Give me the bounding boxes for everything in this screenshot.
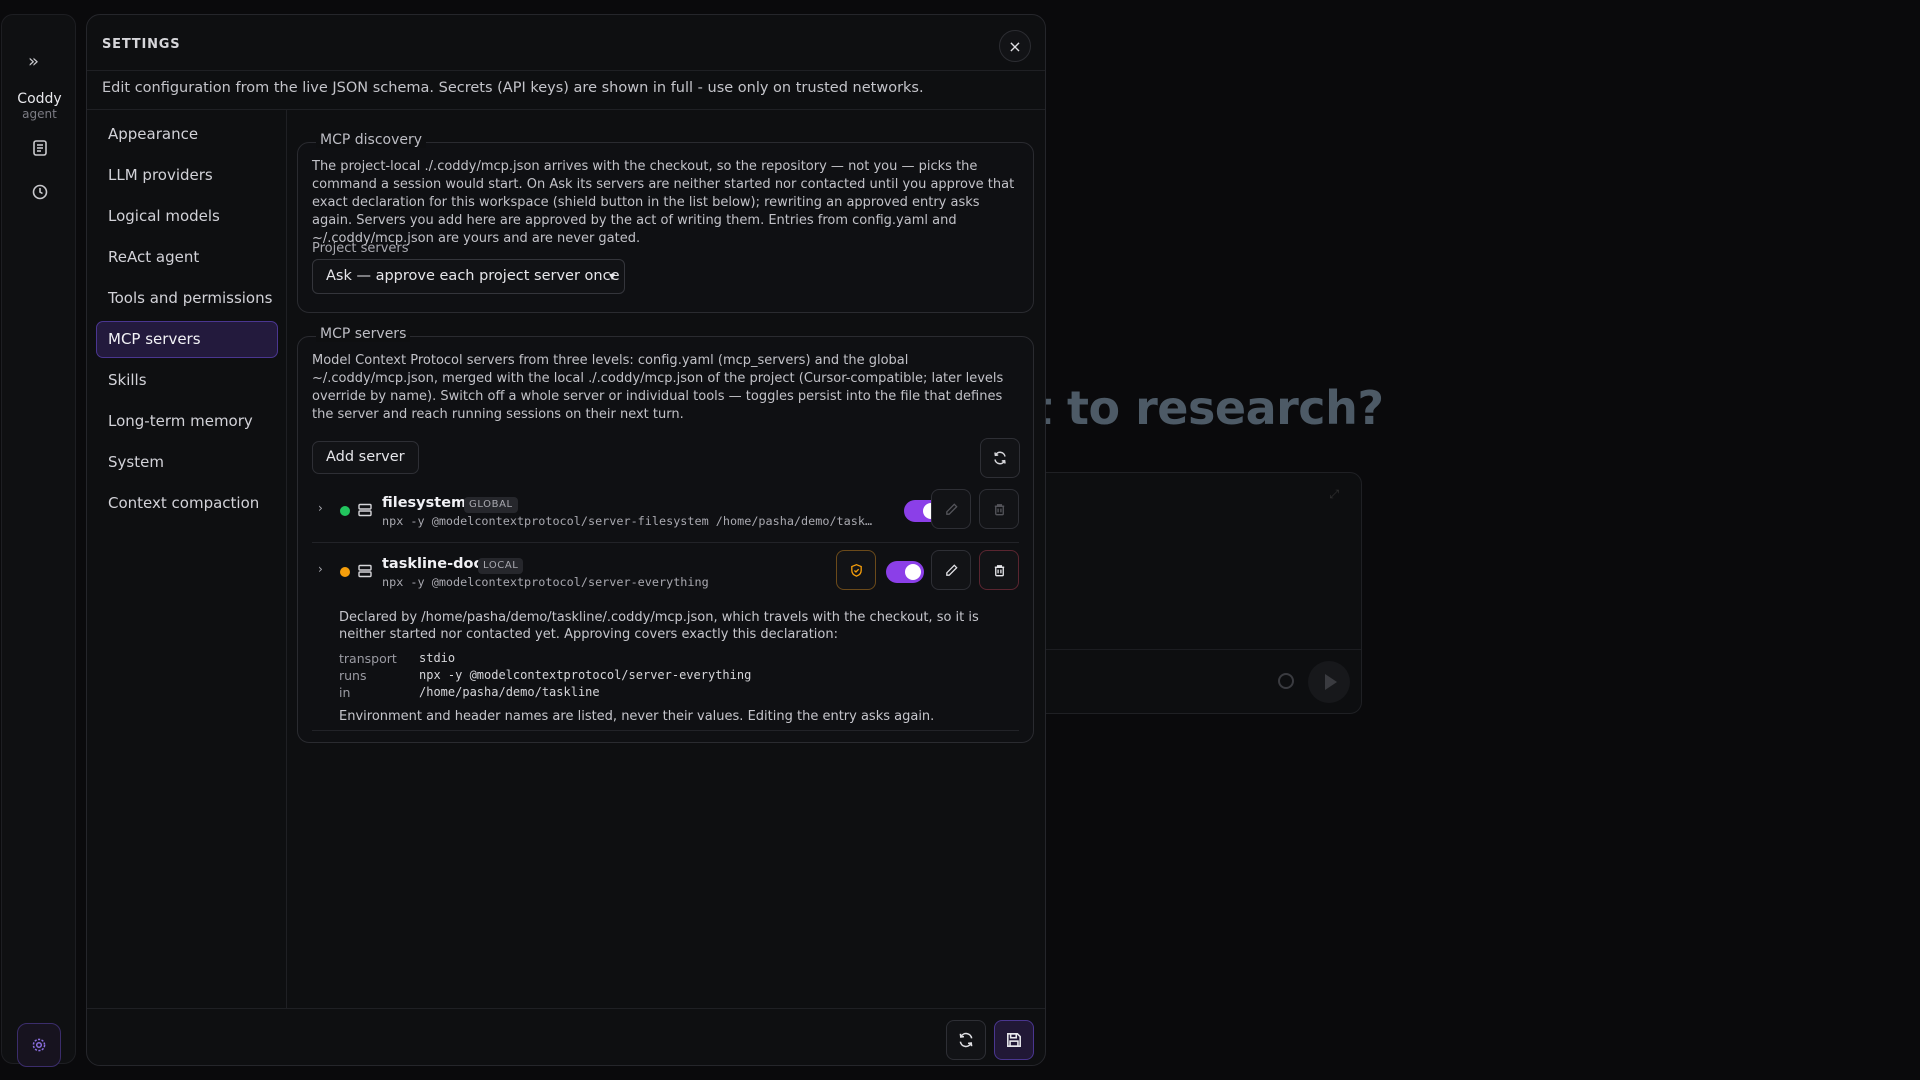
brand-subtitle: agent (22, 107, 57, 121)
modal-title: SETTINGS (102, 37, 181, 52)
chevron-down-icon: ▾ (608, 269, 615, 283)
chevron-right-icon[interactable]: › (318, 562, 323, 576)
status-dot (340, 567, 350, 577)
delete-server-button[interactable] (979, 550, 1019, 590)
close-icon: × (1008, 36, 1022, 56)
detail-key-transport: transport (339, 651, 397, 666)
gear-icon (32, 1038, 46, 1052)
save-icon (1007, 1033, 1021, 1047)
refresh-icon (994, 451, 1006, 465)
history-icon[interactable] (31, 183, 49, 201)
server-detail-footnote: Environment and header names are listed,… (339, 709, 935, 724)
server-enabled-toggle[interactable] (886, 561, 924, 583)
mcp-servers-description: Model Context Protocol servers from thre… (312, 353, 1004, 422)
nav-item-appearance[interactable]: Appearance (96, 116, 278, 153)
nav-item-long-term-memory[interactable]: Long-term memory (96, 403, 278, 440)
chevron-right-icon[interactable]: › (318, 501, 323, 515)
shield-icon (850, 563, 862, 577)
trash-icon (994, 503, 1004, 515)
reload-button[interactable] (946, 1020, 986, 1060)
pencil-icon (945, 563, 958, 576)
edit-server-button[interactable] (931, 489, 971, 529)
server-command: npx -y @modelcontextprotocol/server-file… (382, 514, 877, 528)
nav-item-llm-providers[interactable]: LLM providers (96, 157, 278, 194)
project-servers-value: Ask — approve each project server once (326, 268, 620, 284)
server-scope-badge: GLOBAL (464, 497, 518, 513)
detail-value-transport: stdio (419, 651, 456, 665)
detail-value-in: /home/pasha/demo/taskline (419, 685, 600, 699)
row-divider (312, 730, 1019, 731)
settings-content: MCP discovery The project-local ./.coddy… (288, 110, 1045, 1009)
server-icon (358, 503, 372, 517)
server-name: taskline-docs (382, 556, 491, 572)
mic-icon (1278, 673, 1294, 689)
mcp-servers-legend: MCP servers (316, 326, 411, 342)
nav-item-skills[interactable]: Skills (96, 362, 278, 399)
expand-sidebar-icon[interactable]: » (28, 51, 39, 72)
server-command: npx -y @modelcontextprotocol/server-ever… (382, 575, 709, 589)
edit-server-button[interactable] (931, 550, 971, 590)
settings-modal: SETTINGS × Edit configuration from the l… (86, 14, 1046, 1066)
nav-item-system[interactable]: System (96, 444, 278, 481)
trash-icon (994, 564, 1004, 576)
server-icon (358, 564, 372, 578)
composer-divider (1001, 649, 1361, 650)
mcp-discovery-description: The project-local ./.coddy/mcp.json arri… (312, 159, 1015, 246)
project-servers-label: Project servers (312, 241, 409, 256)
server-row-taskline-docs: › taskline-docs LOCAL npx -y @modelconte… (312, 544, 1019, 600)
expand-icon: ⤢ (1329, 487, 1339, 501)
modal-subtitle: Edit configuration from the live JSON sc… (102, 80, 924, 96)
delete-server-button[interactable] (979, 489, 1019, 529)
project-servers-select[interactable]: Ask — approve each project server once ▾ (312, 259, 625, 294)
modal-header: SETTINGS × (87, 15, 1045, 71)
refresh-icon (959, 1032, 973, 1048)
detail-value-runs: npx -y @modelcontextprotocol/server-ever… (419, 668, 752, 682)
modal-footer (87, 1008, 1045, 1065)
left-rail: » Coddy agent (1, 14, 76, 1067)
background-composer: ⤢ (1000, 472, 1362, 714)
server-row-filesystem: › filesystem GLOBAL npx -y @modelcontext… (312, 483, 1019, 539)
server-scope-badge: LOCAL (478, 558, 524, 574)
pencil-icon (945, 502, 958, 515)
background-heading: t to research? (1030, 381, 1384, 435)
nav-item-context-compaction[interactable]: Context compaction (96, 485, 278, 522)
close-button[interactable]: × (999, 30, 1031, 62)
settings-nav: Appearance LLM providers Logical models … (87, 110, 287, 1009)
detail-key-in: in (339, 685, 351, 700)
add-server-button[interactable]: Add server (312, 441, 419, 474)
nav-item-mcp-servers[interactable]: MCP servers (96, 321, 278, 358)
settings-button[interactable] (17, 1023, 61, 1067)
mcp-discovery-group: MCP discovery The project-local ./.coddy… (297, 132, 1034, 313)
notes-icon[interactable] (31, 139, 49, 157)
nav-item-tools-permissions[interactable]: Tools and permissions (96, 280, 278, 317)
detail-key-runs: runs (339, 668, 367, 683)
send-button (1308, 661, 1350, 703)
save-button[interactable] (994, 1020, 1034, 1060)
nav-item-react-agent[interactable]: ReAct agent (96, 239, 278, 276)
row-divider (312, 542, 1019, 543)
server-detail-description: Declared by /home/pasha/demo/taskline/.c… (339, 610, 979, 642)
nav-item-logical-models[interactable]: Logical models (96, 198, 278, 235)
status-dot (340, 506, 350, 516)
approve-server-button[interactable] (836, 550, 876, 590)
brand-name: Coddy (17, 91, 62, 107)
mcp-discovery-legend: MCP discovery (316, 132, 427, 148)
mcp-servers-group: MCP servers Model Context Protocol serve… (297, 326, 1034, 743)
refresh-servers-button[interactable] (980, 438, 1020, 478)
server-name: filesystem (382, 495, 467, 511)
